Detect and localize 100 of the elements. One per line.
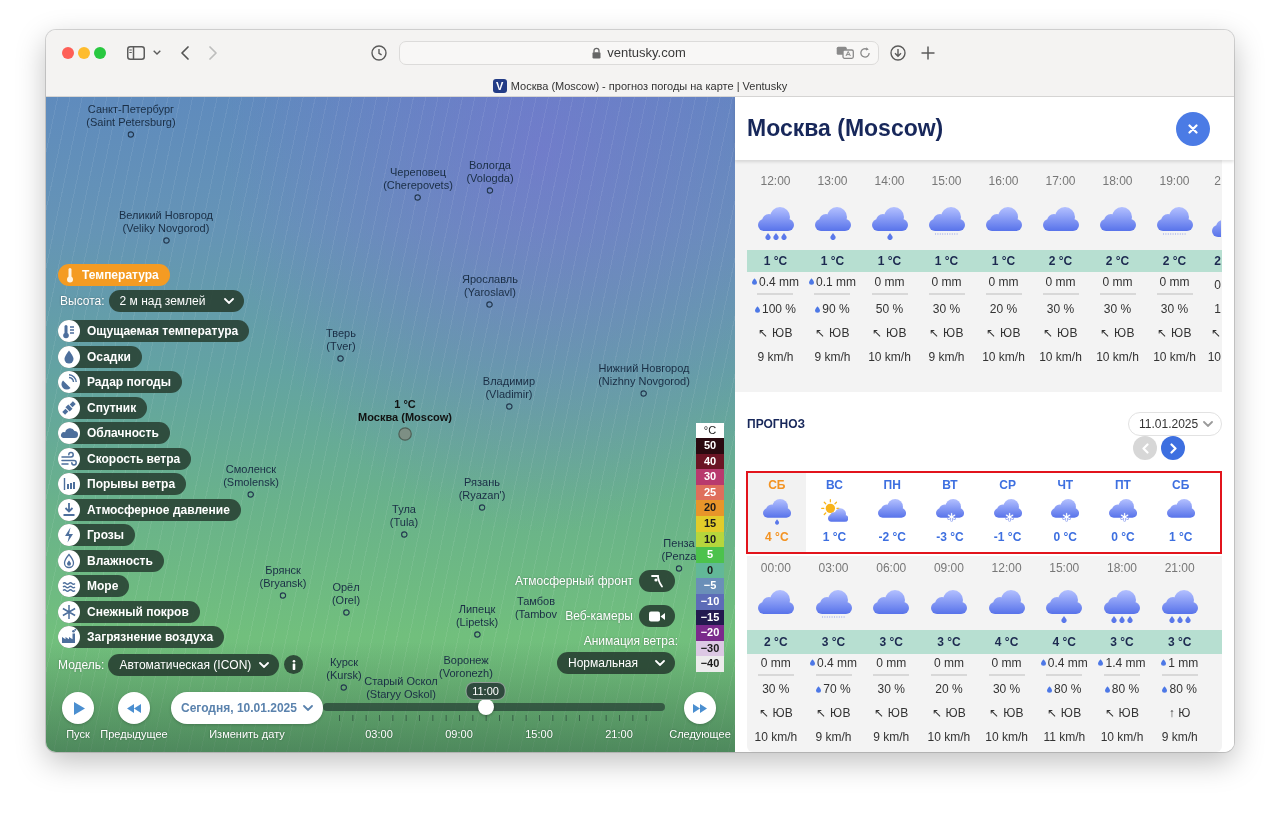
layer-button[interactable]: Скорость ветра [58, 447, 192, 470]
city-name-latin: (Ryazan') [458, 489, 506, 502]
city-name-latin: (Saint Petersburg) [86, 116, 176, 129]
wind-direction: ↖ ЮВ [758, 325, 793, 340]
download-icon[interactable] [890, 44, 906, 61]
city-marker-icon[interactable] [473, 631, 481, 638]
city-marker-icon[interactable] [640, 390, 648, 397]
day-temperature: 4 °C [765, 529, 789, 545]
city-marker-icon[interactable] [486, 301, 494, 308]
thermometer-icon [65, 267, 75, 283]
precipitation-value: 0.4 mm [759, 274, 799, 289]
city-marker-icon[interactable] [400, 531, 408, 538]
layer-button[interactable]: Порывы ветра [58, 473, 187, 495]
model-label: Модель: [58, 657, 105, 672]
layer-button[interactable]: Море [58, 575, 130, 597]
day-temperature: -1 °C [993, 529, 1022, 545]
city-marker-icon[interactable] [342, 609, 350, 616]
chevron-down-icon[interactable] [153, 50, 161, 55]
next-button[interactable] [684, 692, 716, 724]
day-column[interactable]: ЧТ 0 °C [1036, 473, 1095, 552]
webcam-button[interactable] [639, 605, 675, 627]
history-clock-icon[interactable] [371, 44, 387, 61]
back-icon[interactable] [181, 45, 189, 60]
city-marker-icon[interactable] [486, 187, 494, 194]
layer-button[interactable]: Загрязнение воздуха [58, 626, 225, 648]
city-marker-icon[interactable] [127, 131, 135, 138]
cloud-drizzle-icon [1156, 207, 1193, 235]
tab-title[interactable]: Москва (Moscow) - прогноз погоды на карте | Ventusky [510, 79, 788, 92]
city-marker-icon[interactable] [505, 403, 513, 410]
wind-icon [58, 447, 80, 470]
weather-map[interactable] [46, 97, 735, 752]
play-button[interactable] [62, 692, 94, 724]
new-tab-icon[interactable] [921, 45, 935, 60]
day-column[interactable]: ПН -2 °C [863, 473, 922, 552]
wind-speed: 10 km/h [1100, 730, 1144, 744]
front-toggle-button[interactable] [639, 570, 675, 592]
day-column[interactable]: СР -1 °C [978, 473, 1037, 552]
wind-speed: 9 km/h [757, 349, 794, 364]
layer-button[interactable]: Спутник [58, 396, 148, 419]
city-marker-icon[interactable] [340, 684, 348, 691]
timeline-track[interactable] [323, 699, 665, 715]
wind-animation-dropdown[interactable]: Нормальная [557, 652, 675, 674]
day-name: ПТ [1115, 478, 1131, 493]
chevron-down-icon [223, 297, 234, 304]
legend-value: −40 [696, 656, 724, 672]
city-name-latin: (Staryy Oskol) [366, 688, 436, 701]
layer-button[interactable]: Влажность [58, 549, 164, 572]
legend-value: 5 [696, 547, 724, 563]
play-label: Пуск [66, 727, 90, 741]
layer-button[interactable]: Облачность [58, 422, 170, 444]
layer-button[interactable]: Осадки [58, 345, 142, 368]
city-marker-icon[interactable] [414, 194, 422, 201]
city-name: Тула [392, 503, 416, 516]
close-button[interactable] [1176, 111, 1210, 146]
layer-button[interactable]: Атмосферное давление [58, 498, 241, 521]
window-close-button[interactable] [62, 46, 74, 59]
day-column[interactable]: СБ 1 °C [1151, 473, 1210, 552]
temperature-value: 4 °C [1052, 635, 1076, 649]
wind-direction: ↖ ЮВ [872, 325, 907, 340]
day-column[interactable]: ПТ 0 °C [1094, 473, 1152, 552]
reload-icon[interactable] [859, 46, 871, 59]
layer-button[interactable]: Снежный покров [58, 600, 200, 623]
translate-icon[interactable] [836, 46, 854, 59]
previous-button[interactable] [118, 692, 150, 724]
layer-button[interactable]: Радар погоды [58, 371, 182, 393]
model-dropdown[interactable]: Автоматическая (ICON) [108, 653, 280, 676]
city-marker-icon[interactable] [279, 592, 287, 599]
wind-speed: 10 km/h [927, 730, 971, 744]
next-day-button[interactable] [1161, 436, 1185, 460]
precipitation-value: 1.4 mm [1105, 655, 1146, 670]
sidebar-icon[interactable] [127, 45, 145, 60]
drop-icon [58, 345, 80, 368]
address-bar[interactable]: ventusky.com [399, 40, 879, 65]
cloud-icon [985, 207, 1022, 231]
temperature-value: 2 °C [764, 635, 788, 649]
city-marker-icon[interactable] [162, 237, 170, 244]
layer-button[interactable]: Грозы [58, 524, 136, 546]
date-picker-button[interactable]: Сегодня, 10.01.2025 [171, 692, 323, 724]
day-column[interactable]: ВТ -3 °C [921, 473, 979, 552]
location-temperature: 1 °C [394, 398, 416, 411]
precipitation-chance: 80 % [1111, 682, 1140, 696]
layer-button[interactable]: Ощущаемая температура [58, 320, 250, 342]
precipitation-chance: 30 % [1103, 302, 1132, 316]
city-name-latin: (Bryansk) [259, 577, 307, 590]
wind-direction: ↖ ЮВ [1104, 706, 1140, 720]
hour-label: 09:00 [933, 561, 964, 575]
city-marker-icon[interactable] [247, 491, 255, 498]
city-marker-icon[interactable] [675, 565, 683, 572]
info-button[interactable] [284, 655, 304, 674]
temperature-value: 1 °C [763, 254, 788, 268]
date-select[interactable]: 11.01.2025 [1128, 412, 1222, 436]
city-marker-icon[interactable] [337, 355, 345, 362]
precipitation-value: 0 mm [1045, 274, 1076, 289]
city-name: Липецк [458, 603, 496, 616]
altitude-label: Высота: [60, 293, 105, 308]
city-marker-icon[interactable] [478, 504, 486, 511]
hour-label: 17:00 [1045, 174, 1076, 188]
altitude-dropdown[interactable]: 2 м над землей [108, 289, 244, 312]
location-marker-icon[interactable] [398, 427, 412, 441]
day-column[interactable]: ВС 1 °C [805, 473, 864, 552]
